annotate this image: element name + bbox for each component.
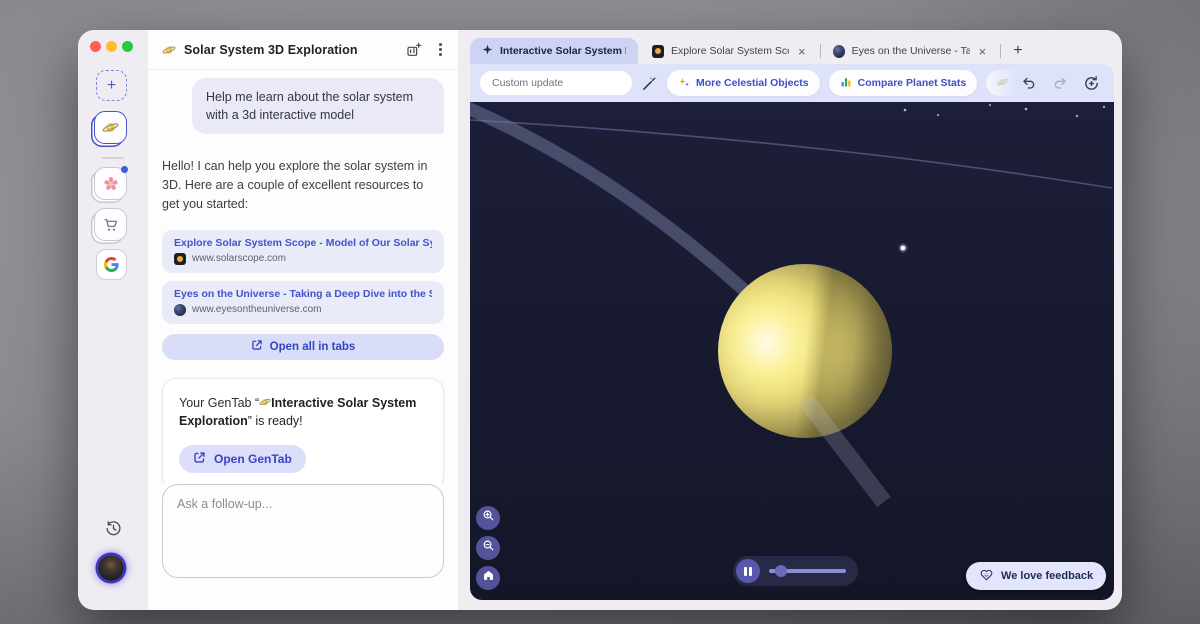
eyesontheuniverse-favicon — [174, 304, 186, 316]
window-controls — [90, 41, 133, 52]
flower-icon — [103, 176, 119, 192]
sparkles-icon — [678, 76, 690, 91]
tab-label: Interactive Solar System Explor... — [500, 45, 626, 57]
resource-card-solarscope[interactable]: Explore Solar System Scope - Model of Ou… — [162, 230, 444, 273]
tab-label: Eyes on the Universe - Taking — [852, 45, 970, 57]
ring-front-band — [470, 102, 1112, 600]
resource-title[interactable]: Eyes on the Universe - Taking a Deep Div… — [174, 288, 432, 300]
history-button[interactable] — [103, 521, 123, 541]
tab-eyes-on-the-universe[interactable]: Eyes on the Universe - Taking × — [825, 44, 997, 59]
rail-divider — [102, 157, 124, 159]
resource-title[interactable]: Explore Solar System Scope - Model of Ou… — [174, 237, 432, 249]
close-tab-icon[interactable]: × — [977, 44, 989, 59]
followup-input[interactable] — [162, 484, 444, 578]
open-gentab-button[interactable]: Open GenTab — [179, 445, 306, 473]
magic-wand-icon[interactable] — [641, 75, 658, 92]
followup-area — [162, 484, 444, 583]
left-rail: + — [78, 30, 148, 610]
compare-planet-stats-button[interactable]: Compare Planet Stats — [829, 70, 978, 96]
redo-icon-disabled[interactable] — [1052, 75, 1068, 91]
plus-icon: + — [107, 77, 116, 95]
user-avatar[interactable] — [98, 555, 124, 581]
heart-face-icon — [979, 567, 994, 585]
assistant-message: Hello! I can help you explore the solar … — [162, 157, 444, 213]
zoom-out-button[interactable] — [476, 536, 500, 560]
pause-icon — [744, 567, 747, 576]
close-tab-icon[interactable]: × — [796, 44, 808, 59]
maximize-window-button[interactable] — [122, 41, 133, 52]
app-window: + — [78, 30, 1122, 610]
resource-card-eyesontheuniverse[interactable]: Eyes on the Universe - Taking a Deep Div… — [162, 281, 444, 324]
feedback-label: We love feedback — [1001, 570, 1093, 582]
solarscope-favicon — [174, 253, 186, 265]
chat-title: Solar System 3D Exploration — [184, 43, 358, 57]
new-tab-button[interactable]: + — [1005, 42, 1030, 60]
open-all-in-tabs-button[interactable]: Open all in tabs — [162, 334, 444, 360]
resource-url: www.solarscope.com — [192, 253, 286, 264]
undo-icon[interactable] — [1021, 75, 1037, 91]
tab-label: Explore Solar System Scope - — [671, 45, 789, 57]
tab-separator — [820, 44, 821, 58]
google-logo-icon — [104, 257, 119, 272]
open-gentab-label: Open GenTab — [214, 452, 292, 466]
custom-update-input[interactable] — [480, 71, 632, 95]
pause-button[interactable] — [736, 559, 760, 583]
close-window-button[interactable] — [90, 41, 101, 52]
gentab-ready-card: Your GenTab “Interactive Solar System Ex… — [162, 378, 444, 485]
chat-header: Solar System 3D Exploration — [148, 30, 458, 70]
external-link-icon — [193, 451, 206, 467]
button-label: More Celestial Objects — [696, 77, 809, 89]
resource-url: www.eyesontheuniverse.com — [192, 304, 322, 315]
notification-dot — [121, 166, 128, 173]
minimize-window-button[interactable] — [106, 41, 117, 52]
chat-messages: Help me learn about the solar system wit… — [148, 70, 458, 484]
tab-strip: Interactive Solar System Explor... Explo… — [470, 38, 1114, 64]
animation-playbar — [733, 556, 858, 586]
regenerate-sync-icon[interactable] — [1083, 75, 1100, 92]
sidebar-item-solar-system-active[interactable] — [94, 111, 127, 144]
shopping-cart-icon — [103, 217, 119, 233]
home-icon — [482, 569, 495, 587]
sidebar-item-flower-session[interactable] — [94, 167, 127, 200]
user-message-bubble: Help me learn about the solar system wit… — [192, 78, 444, 134]
ringed-planet-icon — [259, 396, 271, 408]
feedback-button[interactable]: We love feedback — [966, 562, 1106, 590]
toolbar-edit-controls — [975, 64, 1114, 102]
tab-interactive-solar-system[interactable]: Interactive Solar System Explor... — [470, 38, 638, 64]
button-label: Compare Planet Stats — [858, 77, 967, 89]
sidebar-item-shopping-session[interactable] — [94, 208, 127, 241]
gentab-toolbar: More Celestial Objects Compare Planet St… — [470, 64, 1114, 102]
bar-chart-icon — [840, 76, 852, 91]
zoom-in-button[interactable] — [476, 506, 500, 530]
sidebar-item-google[interactable] — [96, 249, 127, 280]
zoom-in-icon — [482, 509, 495, 527]
open-all-label: Open all in tabs — [270, 341, 356, 353]
eyesontheuniverse-favicon — [833, 45, 845, 58]
tab-solar-system-scope[interactable]: Explore Solar System Scope - × — [644, 44, 816, 59]
slider-thumb[interactable] — [775, 565, 787, 577]
spark-icon — [482, 44, 493, 58]
history-clock-icon — [105, 520, 122, 542]
new-gentab-icon[interactable] — [406, 42, 422, 58]
solarscope-favicon — [652, 45, 664, 58]
new-session-button[interactable]: + — [96, 70, 127, 101]
solar-system-3d-canvas[interactable]: We love feedback — [470, 102, 1114, 600]
speed-slider[interactable] — [769, 569, 846, 573]
zoom-out-icon — [482, 539, 495, 557]
ringed-planet-icon — [162, 43, 176, 57]
desktop-background: + — [0, 0, 1200, 624]
gentab-ready-text: Your GenTab “Interactive Solar System Ex… — [179, 394, 427, 430]
more-celestial-objects-button[interactable]: More Celestial Objects — [667, 70, 820, 96]
reset-view-home-button[interactable] — [476, 566, 500, 590]
chat-menu-kebab-icon[interactable] — [437, 41, 444, 58]
browser-content: Interactive Solar System Explor... Explo… — [458, 30, 1122, 610]
tab-separator — [1000, 44, 1001, 58]
ringed-planet-icon — [102, 119, 119, 136]
external-link-icon — [251, 339, 263, 354]
chat-panel: Solar System 3D Exploration Help me lear… — [148, 30, 458, 610]
